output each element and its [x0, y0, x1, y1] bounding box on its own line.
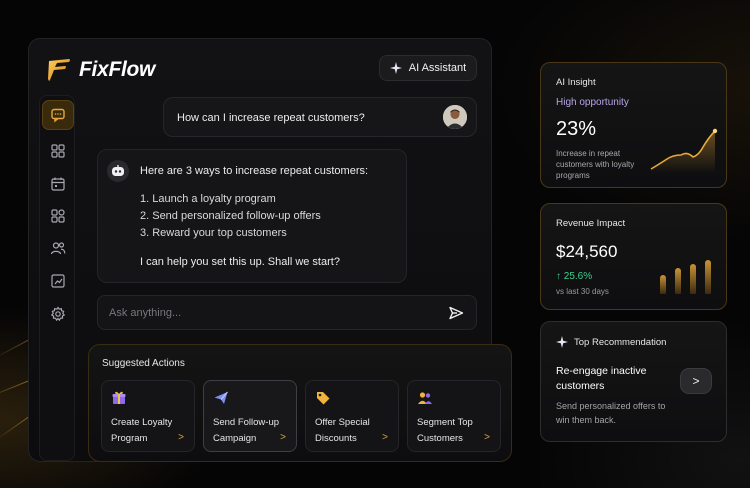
top-recommendation-card: Top Recommendation Re-engage inactive cu… — [540, 321, 727, 442]
suggested-actions-title: Suggested Actions — [102, 358, 185, 369]
revenue-period: vs last 30 days — [556, 287, 609, 296]
chevron-right-icon: > — [178, 432, 184, 443]
action-label: Offer Special Discounts — [315, 417, 370, 444]
card-title: Top Recommendation — [574, 336, 667, 348]
card-title: Revenue Impact — [556, 218, 626, 229]
revenue-value: $24,560 — [556, 242, 618, 261]
user-message-bubble: How can I increase repeat customers? — [163, 97, 477, 137]
list-item: 2. Send personalized follow-up offers — [140, 210, 321, 222]
nav-settings[interactable] — [42, 299, 74, 329]
recommendation-headline: Re-engage inactive customers — [556, 365, 647, 392]
tag-icon — [317, 392, 330, 405]
insight-subtitle: High opportunity — [556, 97, 629, 108]
brand-logo[interactable]: FixFlow — [45, 57, 155, 83]
chat-icon — [51, 108, 65, 123]
ai-intro-text: Here are 3 ways to increase repeat custo… — [140, 165, 369, 177]
recommendation-go-button[interactable]: > — [680, 368, 712, 394]
revenue-bar — [675, 268, 681, 294]
action-segment-top-customers[interactable]: Segment Top Customers > — [407, 380, 501, 452]
list-item: 1. Launch a loyalty program — [140, 193, 276, 205]
sidebar-nav — [39, 95, 75, 461]
chat-input[interactable] — [109, 305, 429, 321]
logo-mark-icon — [48, 59, 70, 81]
action-send-follow-up-campaign[interactable]: Send Follow-up Campaign > — [203, 380, 297, 452]
ai-outro-text: I can help you set this up. Shall we sta… — [140, 256, 340, 268]
recommendation-detail: Send personalized offers to win them bac… — [556, 401, 666, 425]
users-icon — [50, 242, 66, 255]
chat-input-box — [97, 295, 477, 330]
chevron-right-icon: > — [484, 432, 490, 443]
insight-description: Increase in repeat customers with loyalt… — [556, 149, 635, 180]
gift-icon — [112, 391, 126, 404]
chevron-right-icon: > — [692, 374, 700, 388]
user-avatar-icon — [443, 105, 467, 129]
chevron-right-icon: > — [280, 432, 286, 443]
sparkle-icon — [556, 336, 568, 348]
action-offer-special-discounts[interactable]: Offer Special Discounts > — [305, 380, 399, 452]
ai-insight-card: AI Insight High opportunity 23% Increase… — [540, 62, 727, 188]
action-create-loyalty-program[interactable]: Create Loyalty Program > — [101, 380, 195, 452]
trend-sparkline — [650, 128, 718, 173]
ai-suggestion-list: 1. Launch a loyalty program 2. Send pers… — [140, 191, 321, 242]
nav-calendar[interactable] — [42, 169, 74, 199]
gear-icon — [50, 306, 66, 322]
action-label: Segment Top Customers — [417, 417, 473, 444]
ai-message-bubble: Here are 3 ways to increase repeat custo… — [97, 149, 407, 283]
nav-apps[interactable] — [42, 201, 74, 231]
nav-reports[interactable] — [42, 266, 74, 296]
nav-dashboard[interactable] — [42, 136, 74, 166]
ai-assistant-button[interactable]: AI Assistant — [379, 55, 477, 81]
send-icon — [214, 391, 228, 404]
avatar — [443, 105, 467, 129]
revenue-change: ↑ 25.6% — [556, 271, 593, 282]
revenue-impact-card: Revenue Impact $24,560 ↑ 25.6% vs last 3… — [540, 203, 727, 310]
calendar-icon — [51, 177, 65, 191]
send-icon[interactable] — [448, 305, 464, 321]
ai-assistant-label: AI Assistant — [408, 62, 467, 74]
revenue-bar — [705, 260, 711, 294]
chart-icon — [51, 274, 65, 288]
robot-icon — [107, 160, 129, 182]
user-question: How can I increase repeat customers? — [177, 112, 365, 124]
list-item: 3. Reward your top customers — [140, 227, 287, 239]
revenue-bar — [690, 264, 696, 294]
users-icon — [418, 392, 432, 404]
card-title: AI Insight — [556, 77, 596, 88]
nav-customers[interactable] — [42, 233, 74, 263]
revenue-bar — [660, 275, 666, 294]
chevron-right-icon: > — [382, 432, 388, 443]
brand-name: FixFlow — [79, 58, 156, 81]
action-label: Create Loyalty Program — [111, 417, 173, 444]
grid-icon — [51, 144, 65, 158]
nav-chat[interactable] — [42, 100, 74, 130]
apps-icon — [51, 209, 65, 223]
sparkle-icon — [389, 62, 402, 74]
action-label: Send Follow-up Campaign — [213, 417, 280, 444]
insight-value: 23% — [556, 118, 597, 140]
suggested-actions-panel: Suggested Actions Create Loyalty Program… — [88, 344, 512, 462]
recommendation-header: Top Recommendation — [556, 336, 666, 348]
